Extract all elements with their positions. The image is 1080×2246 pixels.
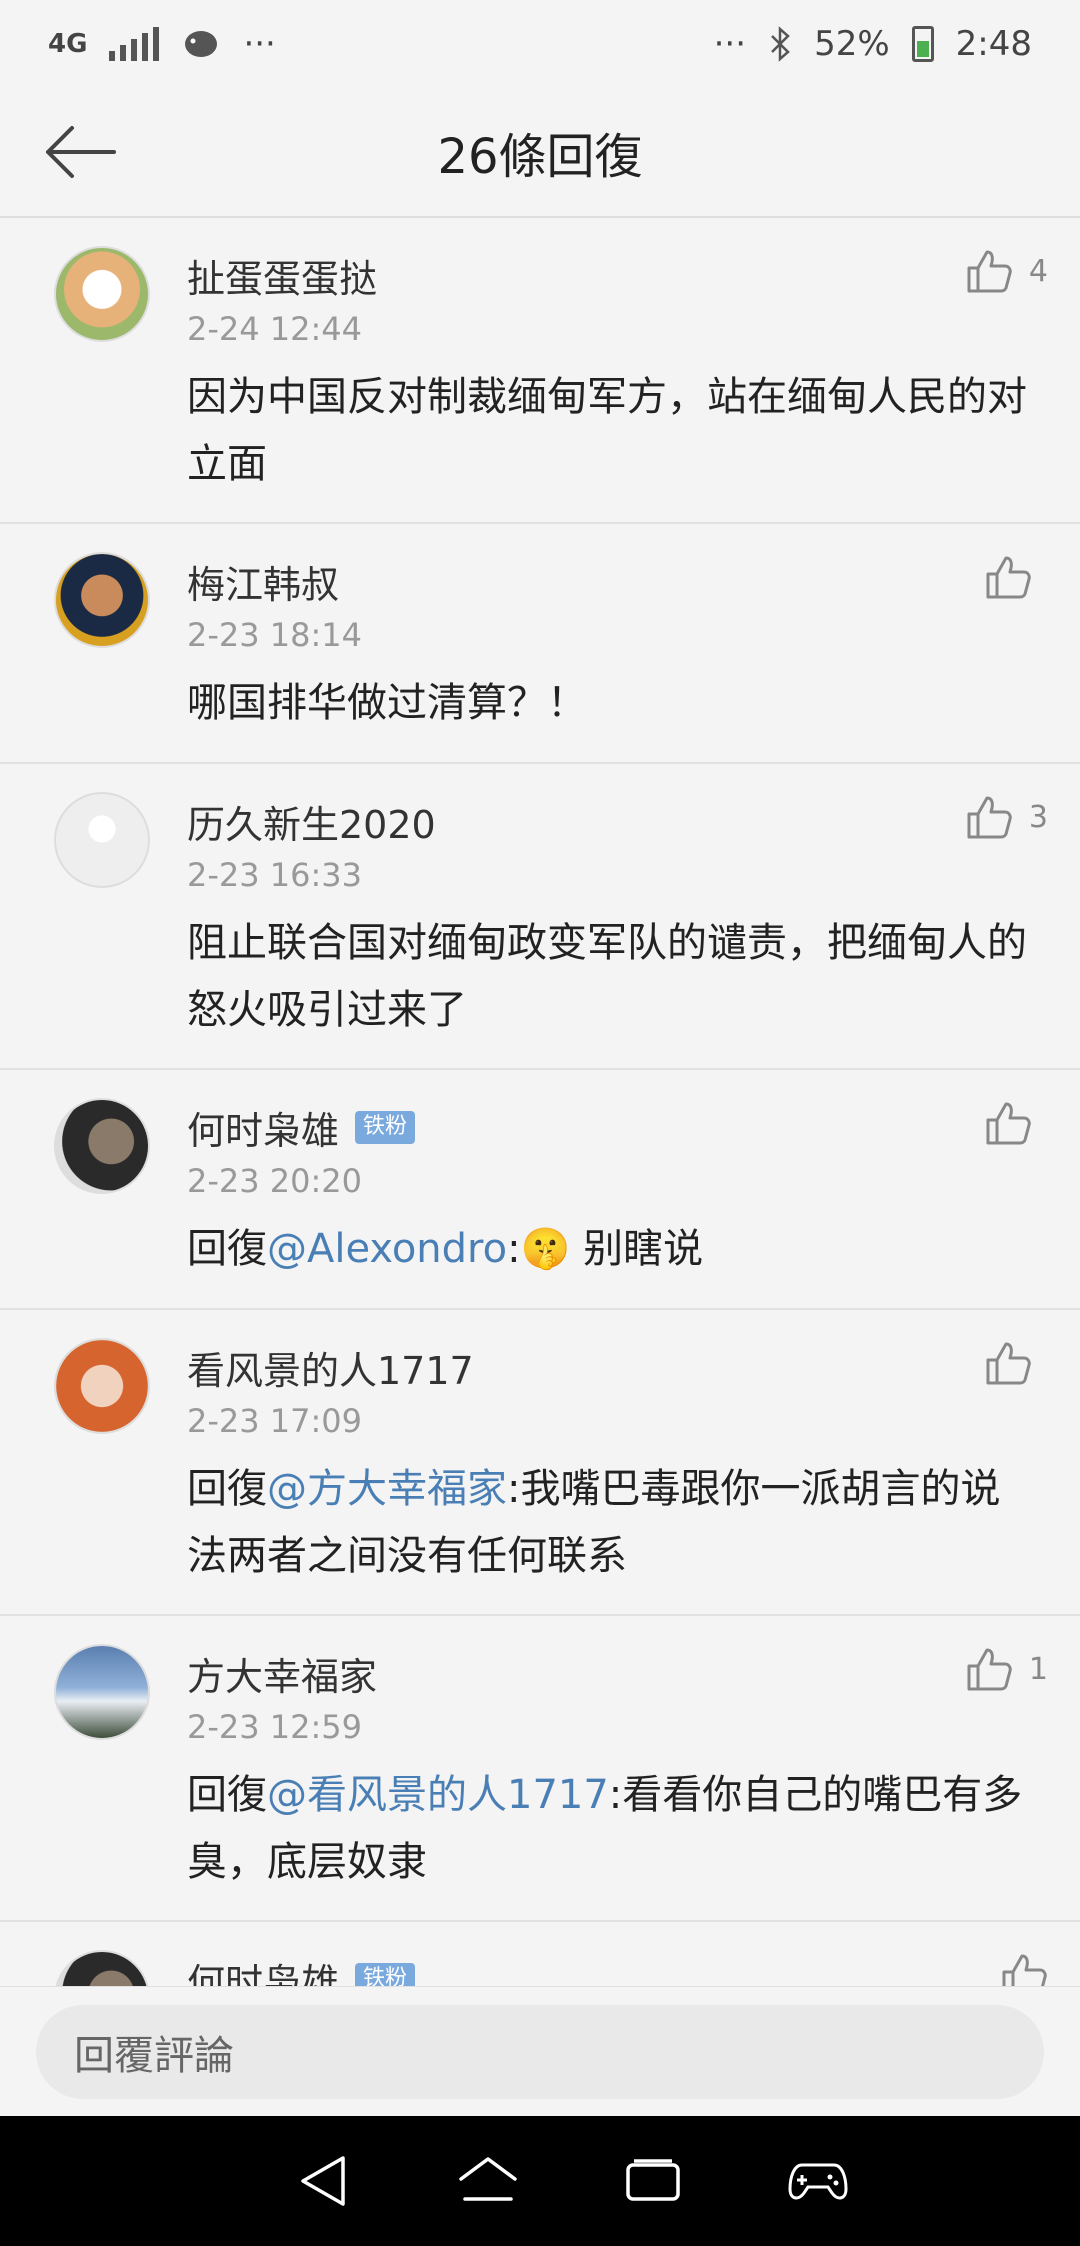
nav-home-button[interactable] bbox=[443, 2136, 533, 2226]
thumbs-up-icon bbox=[986, 1342, 1031, 1385]
like-count: 1 bbox=[1028, 1651, 1048, 1687]
nav-home-icon bbox=[458, 2157, 517, 2201]
like-count: 4 bbox=[1028, 253, 1048, 289]
reply-placeholder: 回覆評論 bbox=[74, 2033, 234, 2079]
avatar[interactable] bbox=[54, 1644, 150, 1740]
avatar[interactable] bbox=[54, 1950, 150, 1986]
nav-recents-button[interactable] bbox=[608, 2136, 698, 2226]
mention-link[interactable]: @方大幸福家 bbox=[267, 1466, 507, 1512]
thumbs-up-icon bbox=[986, 1102, 1031, 1145]
avatar[interactable] bbox=[54, 1098, 150, 1194]
mention-link[interactable]: @Alexondro bbox=[267, 1226, 507, 1272]
username[interactable]: 何时枭雄 铁粉 bbox=[187, 1100, 416, 1155]
avatar[interactable] bbox=[54, 552, 150, 648]
comment-time: 2-23 16:33 bbox=[187, 856, 363, 894]
bluetooth-icon bbox=[771, 26, 790, 62]
like-button[interactable] bbox=[984, 554, 1048, 600]
comment-time: 2-23 12:59 bbox=[187, 1708, 363, 1746]
more-indicator-right: ··· bbox=[713, 24, 747, 64]
comment-time: 2-23 20:20 bbox=[187, 1162, 363, 1200]
signal-icon bbox=[109, 27, 160, 61]
avatar[interactable] bbox=[54, 792, 150, 888]
like-button[interactable] bbox=[984, 1100, 1048, 1146]
comment-item: 梅江韩叔 2-23 18:14 哪国排华做过清算？！ bbox=[0, 524, 1080, 764]
mention-link[interactable]: @看风景的人1717 bbox=[267, 1772, 609, 1818]
thumbs-up-icon bbox=[967, 250, 1012, 293]
username[interactable]: 方大幸福家 bbox=[187, 1646, 377, 1701]
avatar[interactable] bbox=[54, 246, 150, 342]
username[interactable]: 扯蛋蛋蛋挞 bbox=[187, 248, 377, 303]
game-mode-button[interactable] bbox=[773, 2136, 863, 2226]
reply-bar: 回覆評論 bbox=[0, 1986, 1080, 2116]
system-nav-bar bbox=[0, 2116, 1080, 2246]
username[interactable]: 看风景的人1717 bbox=[187, 1340, 474, 1395]
comment-item: 方大幸福家 1 2-23 12:59 回復@看风景的人1717:看看你自己的嘴巴… bbox=[0, 1616, 1080, 1922]
comment-text: 回復@方大幸福家:我嘴巴毒跟你一派胡言的说法两者之间没有任何联系 bbox=[187, 1466, 1001, 1579]
comment-time: 2-23 18:14 bbox=[187, 616, 363, 654]
like-button[interactable]: 3 bbox=[965, 794, 1048, 840]
comment-list[interactable]: 扯蛋蛋蛋挞 4 2-24 12:44 因为中国反对制裁缅甸军方，站在缅甸人民的对… bbox=[0, 218, 1080, 1986]
comment-time: 2-24 12:44 bbox=[187, 310, 363, 348]
like-button[interactable] bbox=[1000, 1952, 1048, 1986]
comment-item: 何时枭雄 铁粉 2-23 20:20 回復@Alexondro:🤫 别瞎说 bbox=[0, 1070, 1080, 1310]
thumbs-up-icon bbox=[967, 1648, 1012, 1691]
comment-time: 2-23 17:09 bbox=[187, 1402, 363, 1440]
header: 26條回復 bbox=[0, 88, 1080, 218]
nav-back-button[interactable] bbox=[278, 2136, 368, 2226]
gamepad-icon bbox=[787, 2163, 848, 2200]
nav-back-icon bbox=[300, 2156, 345, 2206]
fan-badge: 铁粉 bbox=[355, 1111, 416, 1144]
comment-text: 因为中国反对制裁缅甸军方，站在缅甸人民的对立面 bbox=[187, 374, 1027, 487]
fan-badge: 铁粉 bbox=[355, 1963, 416, 1986]
thumbs-up-icon bbox=[986, 556, 1031, 599]
comment-item: 何时枭雄 铁粉 bbox=[0, 1922, 1080, 1986]
comment-text: 回復@看风景的人1717:看看你自己的嘴巴有多臭，底层奴隶 bbox=[187, 1772, 1023, 1885]
thumbs-up-icon bbox=[967, 796, 1012, 839]
like-button[interactable]: 4 bbox=[965, 248, 1048, 294]
comment-text: 哪国排华做过清算？！ bbox=[187, 680, 587, 726]
network-type: 4G bbox=[48, 29, 88, 59]
comment-text: 回復@Alexondro:🤫 别瞎说 bbox=[187, 1226, 704, 1272]
comment-item: 扯蛋蛋蛋挞 4 2-24 12:44 因为中国反对制裁缅甸军方，站在缅甸人民的对… bbox=[0, 218, 1080, 524]
fish-icon bbox=[185, 31, 218, 57]
comment-text: 阻止联合国对缅甸政变军队的谴责，把缅甸人的怒火吸引过来了 bbox=[187, 920, 1027, 1033]
avatar[interactable] bbox=[54, 1338, 150, 1434]
like-count: 3 bbox=[1028, 799, 1048, 835]
like-button[interactable] bbox=[984, 1340, 1048, 1386]
battery-icon bbox=[911, 26, 934, 62]
reply-input[interactable]: 回覆評論 bbox=[36, 2005, 1044, 2099]
battery-percent: 52% bbox=[814, 24, 890, 64]
status-bar: 4G ··· ··· 52% 2:48 bbox=[0, 0, 1080, 88]
comment-item: 看风景的人1717 2-23 17:09 回復@方大幸福家:我嘴巴毒跟你一派胡言… bbox=[0, 1310, 1080, 1616]
username[interactable]: 梅江韩叔 bbox=[187, 554, 339, 609]
back-arrow-icon bbox=[46, 126, 116, 178]
back-button[interactable] bbox=[40, 116, 120, 188]
thumbs-up-icon bbox=[1002, 1954, 1047, 1986]
page-title: 26條回復 bbox=[437, 129, 643, 185]
nav-recents-icon bbox=[625, 2159, 680, 2201]
username[interactable]: 历久新生2020 bbox=[187, 794, 436, 849]
username[interactable]: 何时枭雄 铁粉 bbox=[187, 1952, 416, 1986]
comment-item: 历久新生2020 3 2-23 16:33 阻止联合国对缅甸政变军队的谴责，把缅… bbox=[0, 764, 1080, 1070]
clock: 2:48 bbox=[955, 24, 1032, 64]
more-indicator: ··· bbox=[243, 24, 276, 64]
like-button[interactable]: 1 bbox=[965, 1646, 1048, 1692]
